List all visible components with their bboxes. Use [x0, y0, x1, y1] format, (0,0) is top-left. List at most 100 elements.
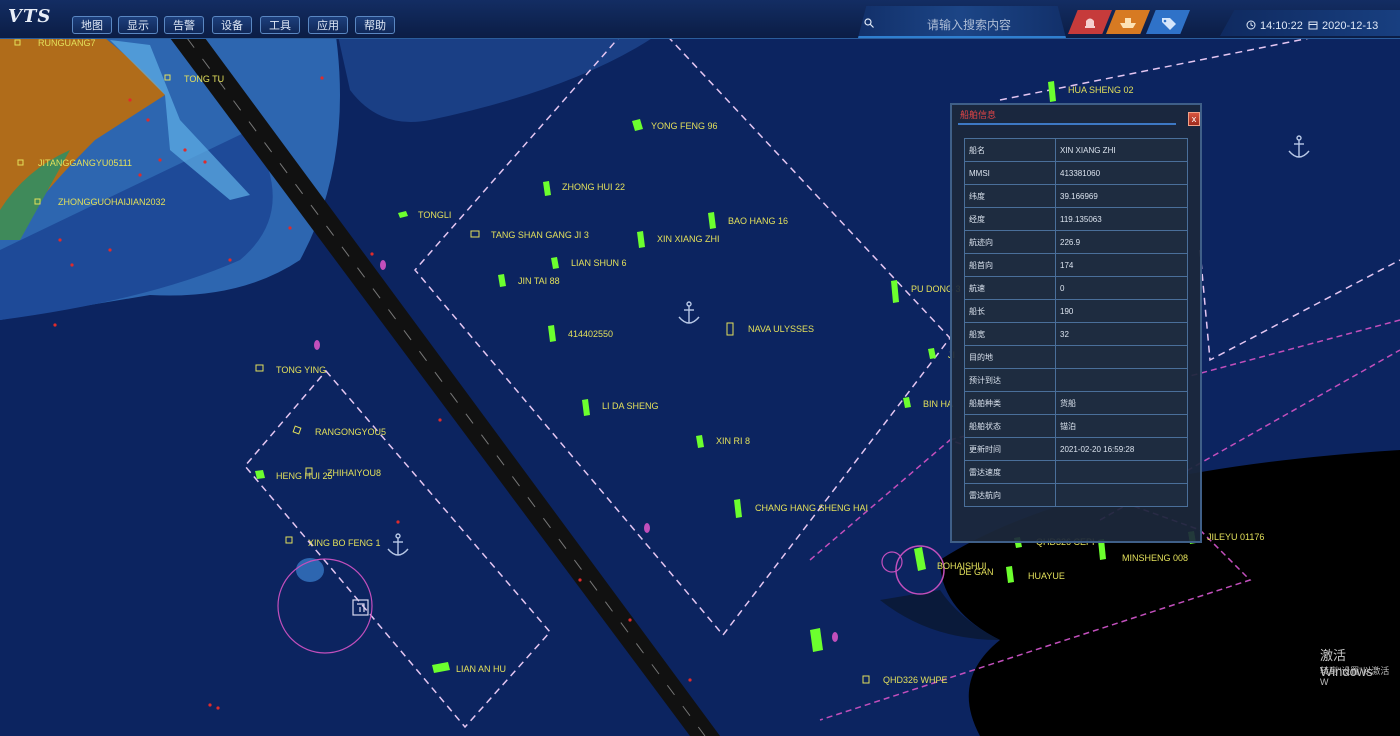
- current-date: 2020-12-13: [1322, 20, 1379, 32]
- ship-label: JIN TAI 88: [518, 276, 560, 286]
- field-label: 雷达航向: [964, 483, 1056, 507]
- clock-icon: [1246, 20, 1256, 30]
- field-value: [1055, 368, 1188, 392]
- field-label: 经度: [964, 207, 1056, 231]
- ship-label: LIAN AN HU: [456, 664, 506, 674]
- ship-label: XIN XIANG ZHI: [657, 234, 720, 244]
- table-row: 航速 0: [964, 276, 1188, 300]
- field-label: MMSI: [964, 161, 1056, 185]
- tab-ship[interactable]: [1106, 10, 1150, 34]
- field-value: [1055, 483, 1188, 507]
- field-value: 413381060: [1055, 161, 1188, 185]
- field-label: 船舶种类: [964, 391, 1056, 415]
- ship-label: NAVA ULYSSES: [748, 324, 814, 334]
- field-value: 190: [1055, 299, 1188, 323]
- field-value: 锚泊: [1055, 414, 1188, 438]
- search-bar: [858, 6, 1066, 38]
- ship-label: TANG SHAN GANG JI 3: [491, 230, 589, 240]
- ship-label: RUNGUANG7: [38, 38, 96, 48]
- alarm-bell-icon: [1085, 18, 1095, 28]
- ship-label: ZHONG HUI 22: [562, 182, 625, 192]
- field-value: 2021-02-20 16:59:28: [1055, 437, 1188, 461]
- field-label: 航迹向: [964, 230, 1056, 254]
- table-row: 船宽 32: [964, 322, 1188, 346]
- table-row: 船首向 174: [964, 253, 1188, 277]
- field-label: 航速: [964, 276, 1056, 300]
- ship-label: TONGLI: [418, 210, 451, 220]
- table-row: 纬度 39.166969: [964, 184, 1188, 208]
- field-label: 预计到达: [964, 368, 1056, 392]
- menu-map[interactable]: 地图: [72, 16, 112, 34]
- calendar-icon: [1308, 21, 1318, 30]
- ship-icon: [1120, 18, 1136, 28]
- top-toolbar: VTS 地图 显示 告警 设备 工具 应用 帮助 14:10:22 2020-1…: [0, 0, 1400, 39]
- ship-label: MINSHENG 008: [1122, 553, 1188, 563]
- ship-label: XIN RI 8: [716, 436, 750, 446]
- ship-label: BAO HANG 16: [728, 216, 788, 226]
- field-label: 船首向: [964, 253, 1056, 277]
- menu-help[interactable]: 帮助: [355, 16, 395, 34]
- field-label: 船舶状态: [964, 414, 1056, 438]
- field-value: 39.166969: [1055, 184, 1188, 208]
- ship-label: JITANGGANGYU05111: [38, 158, 132, 168]
- field-value: XIN XIANG ZHI: [1055, 138, 1188, 162]
- ship-label: LI DA SHENG: [602, 401, 659, 411]
- ship-label: HENG HUI 25: [276, 471, 333, 481]
- table-row: 雷达航向: [964, 483, 1188, 507]
- table-row: 更新时间 2021-02-20 16:59:28: [964, 437, 1188, 461]
- field-label: 船名: [964, 138, 1056, 162]
- ship-label: HUA SHENG 02: [1068, 85, 1134, 95]
- ship-label: 414402550: [568, 329, 613, 339]
- field-label: 船长: [964, 299, 1056, 323]
- panel-divider: [958, 123, 1176, 125]
- ship-label: DE GAN: [959, 567, 994, 577]
- close-button[interactable]: x: [1188, 112, 1200, 126]
- ship-label: XING BO FENG 1: [308, 538, 381, 548]
- table-row: 船舶种类 货船: [964, 391, 1188, 415]
- tag-icon: [1162, 18, 1176, 30]
- field-value: 119.135063: [1055, 207, 1188, 231]
- menu-tools[interactable]: 工具: [260, 16, 300, 34]
- field-label: 雷达速度: [964, 460, 1056, 484]
- ship-label: BIN HA: [923, 399, 953, 409]
- menu-apps[interactable]: 应用: [308, 16, 348, 34]
- panel-title: 船舶信息: [960, 110, 997, 120]
- table-row: 船长 190: [964, 299, 1188, 323]
- ship-marker[interactable]: DE GAN: [959, 567, 994, 577]
- tab-alarm[interactable]: [1068, 10, 1112, 34]
- field-value: 174: [1055, 253, 1188, 277]
- menu-alarm[interactable]: 告警: [164, 16, 204, 34]
- field-label: 纬度: [964, 184, 1056, 208]
- search-icon[interactable]: [864, 18, 874, 28]
- ship-info-table: 船名 XIN XIANG ZHI MMSI 413381060 纬度 39.166969 经…: [964, 138, 1188, 507]
- ship-label: HUAYUE: [1028, 571, 1065, 581]
- table-row: MMSI 413381060: [964, 161, 1188, 185]
- ship-label: RANGONGYOU5: [315, 427, 386, 437]
- table-row: 雷达速度: [964, 460, 1188, 484]
- ship-label: QHD326 WHPE: [883, 675, 948, 685]
- table-row: 预计到达: [964, 368, 1188, 392]
- field-value: 32: [1055, 322, 1188, 346]
- table-row: 目的地: [964, 345, 1188, 369]
- ship-label: ZHONGGUOHAIJIAN2032: [58, 197, 166, 207]
- ship-info-panel: 船舶信息 x 船名 XIN XIANG ZHI MMSI 413381060 纬度 39.…: [950, 103, 1202, 543]
- ship-label: JILEYU 01176: [1207, 532, 1264, 542]
- field-label: 目的地: [964, 345, 1056, 369]
- field-label: 更新时间: [964, 437, 1056, 461]
- field-value: 货船: [1055, 391, 1188, 415]
- table-row: 船舶状态 锚泊: [964, 414, 1188, 438]
- tab-tag[interactable]: [1146, 10, 1190, 34]
- search-input[interactable]: [882, 16, 1056, 34]
- table-row: 船名 XIN XIANG ZHI: [964, 138, 1188, 162]
- activation-watermark-sub: 转到"设置"以激活 W: [1320, 666, 1390, 687]
- ship-label: TONG YING: [276, 365, 326, 375]
- menu-display[interactable]: 显示: [118, 16, 158, 34]
- field-value: 226.9: [1055, 230, 1188, 254]
- field-value: 0: [1055, 276, 1188, 300]
- clock-panel: 14:10:22 2020-12-13: [1220, 10, 1400, 36]
- menu-device[interactable]: 设备: [212, 16, 252, 34]
- ship-label: TONG TU: [184, 74, 224, 84]
- table-row: 经度 119.135063: [964, 207, 1188, 231]
- ship-label: LIAN SHUN 6: [571, 258, 627, 268]
- table-row: 航迹向 226.9: [964, 230, 1188, 254]
